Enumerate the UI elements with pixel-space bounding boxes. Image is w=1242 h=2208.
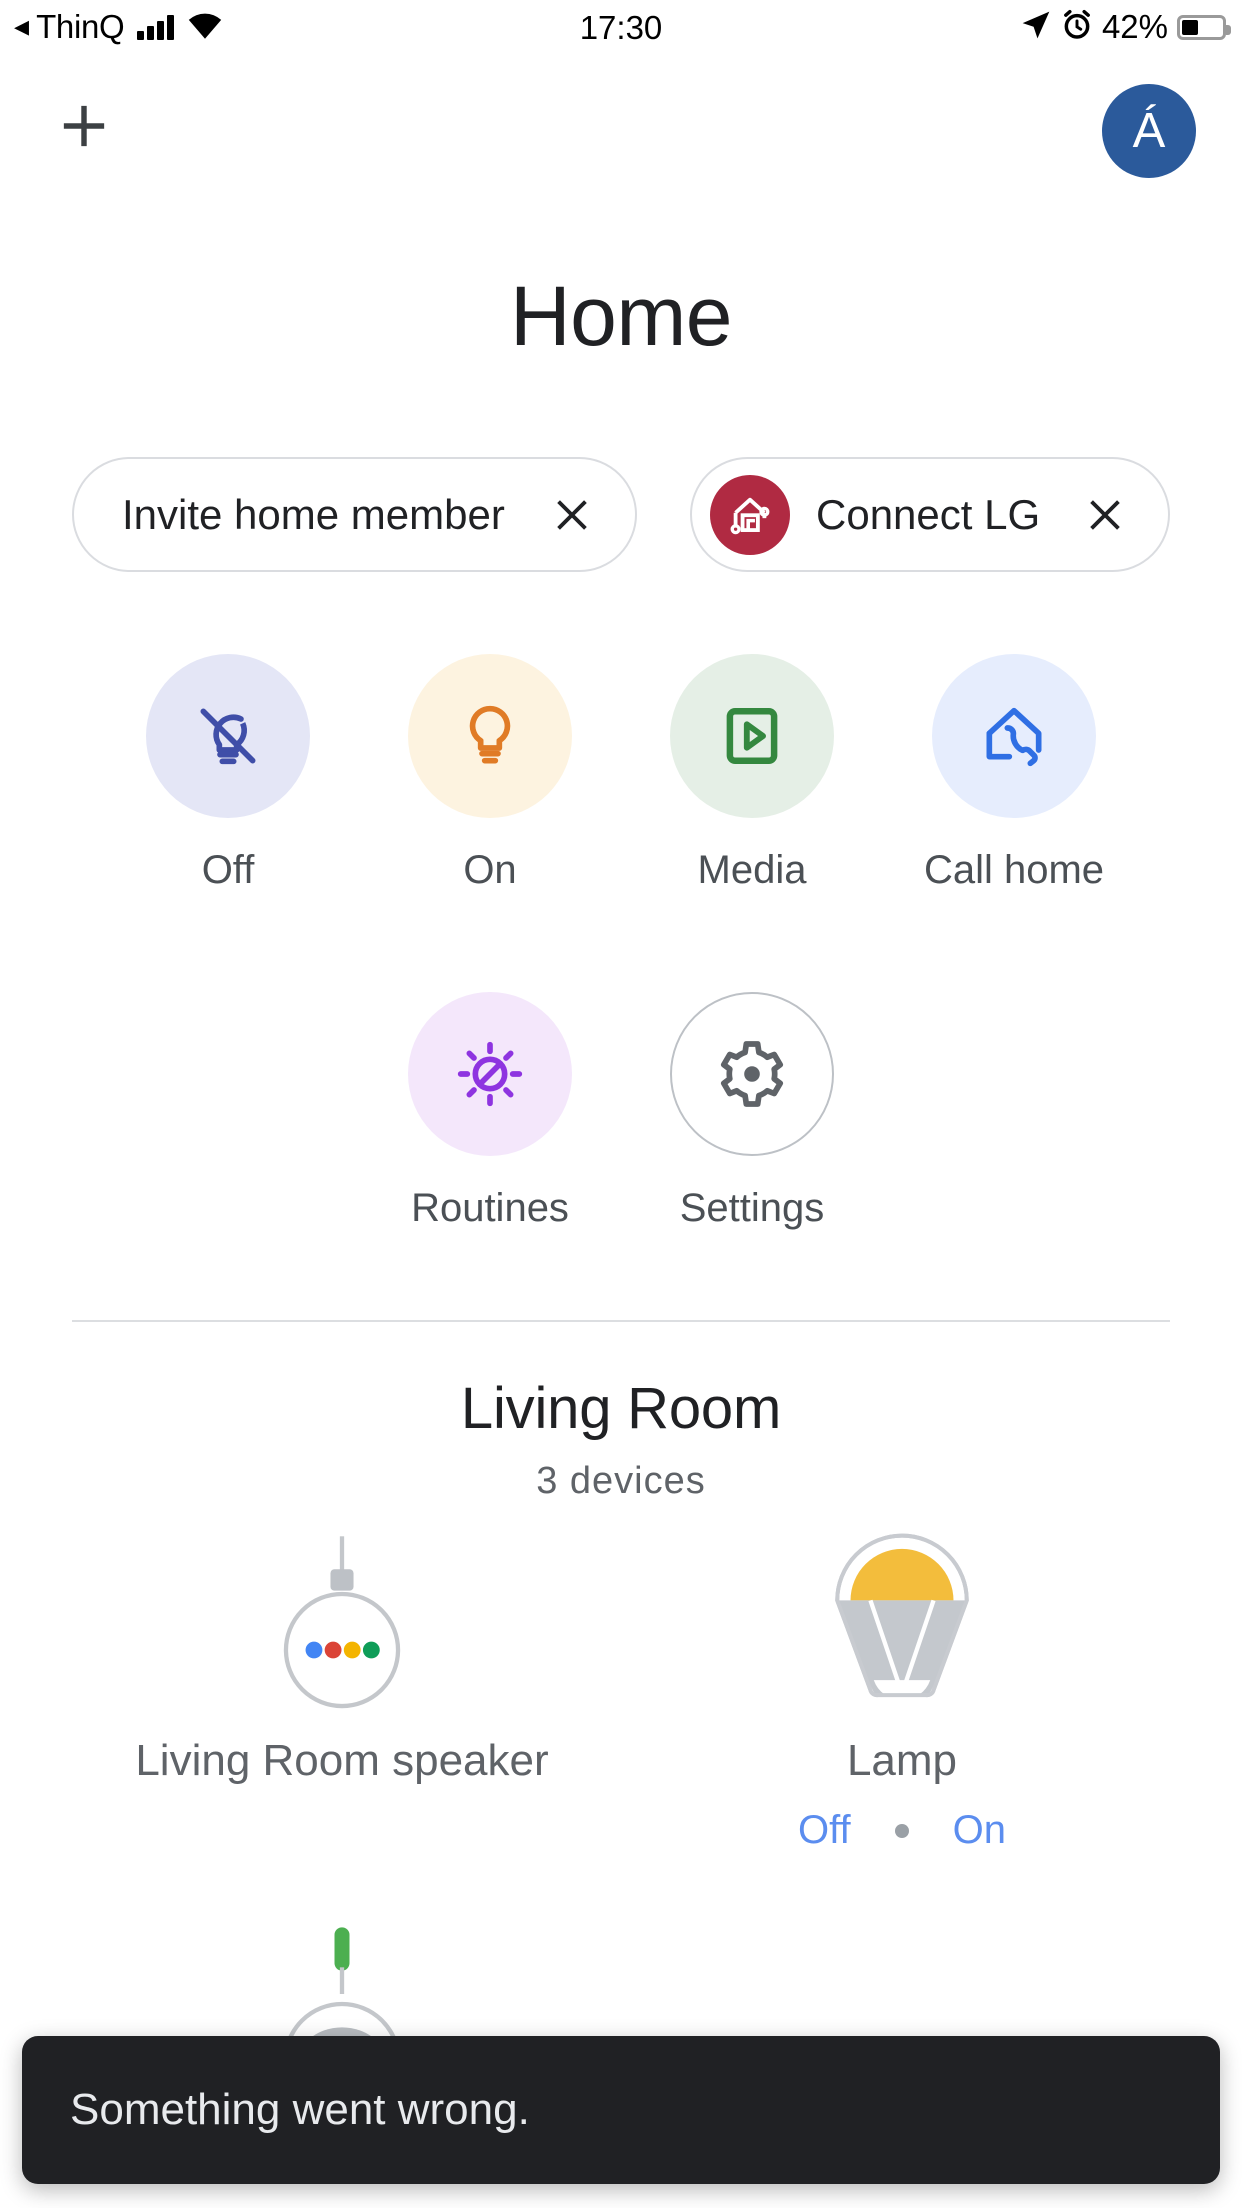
chip-row: Invite home member Connect LG [0,457,1242,572]
routines-sun-icon [408,992,572,1156]
app-bar: Á [0,72,1242,182]
location-arrow-icon [1020,9,1052,46]
close-icon[interactable] [543,486,601,544]
quick-action-media-label: Media [697,848,807,892]
lamp-off-button[interactable]: Off [754,1808,895,1853]
media-play-icon [670,654,834,818]
room-device-count: 3 devices [536,1460,706,1502]
phone-screen: ◂ ThinQ 17:30 42% Á Home Invite home mem… [0,0,1242,2208]
bulb-on-icon [408,654,572,818]
device-name: Living Room speaker [135,1736,549,1785]
page-title: Home [509,269,733,363]
section-divider [72,1320,1170,1322]
chip-lg-content: Connect LG [710,474,1041,555]
google-home-speaker-icon [262,1528,422,1716]
quick-action-settings[interactable]: Settings [621,992,883,1231]
snackbar-message: Something went wrong. [70,2085,530,2134]
quick-action-off-label: Off [201,848,255,892]
plus-icon [63,105,105,147]
dot-separator [894,1823,909,1838]
chip-connect-lg[interactable]: Connect LG [690,457,1170,572]
quick-action-call-home[interactable]: Call home [883,654,1145,893]
device-actions: Off On [754,1808,1050,1853]
quick-action-on[interactable]: On [359,654,621,893]
device-row: Living Room speaker Lamp Off On [0,1528,1242,1853]
close-icon[interactable] [1076,486,1134,544]
quick-action-routines[interactable]: Routines [359,992,621,1231]
avatar-initial: Á [1132,103,1166,158]
quick-actions-row-2: Routines Settings [0,992,1242,1231]
gear-icon [670,992,834,1156]
alarm-clock-icon [1061,9,1093,46]
battery-icon [1177,14,1231,40]
quick-action-off[interactable]: Off [97,654,359,893]
room-title: Living Room [460,1376,782,1441]
quick-actions-row-1: Off On Media Call home [0,654,1242,893]
status-bar-right: 42% [1020,8,1231,46]
quick-action-routines-label: Routines [411,1186,569,1230]
quick-action-on-label: On [463,848,517,892]
chip-invite-home-member[interactable]: Invite home member [72,457,637,572]
device-grid: Living Room speaker Lamp Off On [0,1528,1242,2093]
device-lamp[interactable]: Lamp Off On [622,1528,1182,1853]
battery-percent-label: 42% [1101,8,1168,45]
call-home-icon [932,654,1096,818]
quick-action-settings-label: Settings [679,1186,825,1230]
quick-action-media[interactable]: Media [621,654,883,893]
snackbar[interactable]: Something went wrong. [22,2036,1220,2184]
status-bar: ◂ ThinQ 17:30 42% [0,0,1242,62]
add-button[interactable] [48,90,120,162]
avatar[interactable]: Á [1102,84,1196,178]
lamp-bulb-icon [830,1528,974,1716]
device-living-room-speaker[interactable]: Living Room speaker [62,1528,622,1853]
quick-action-call-home-label: Call home [923,848,1105,892]
chip-lg-label: Connect LG [816,490,1041,538]
device-name: Lamp [846,1736,958,1785]
lg-home-icon [710,474,790,555]
chip-invite-label: Invite home member [122,490,505,538]
bulb-off-icon [146,654,310,818]
lamp-on-button[interactable]: On [909,1808,1050,1853]
